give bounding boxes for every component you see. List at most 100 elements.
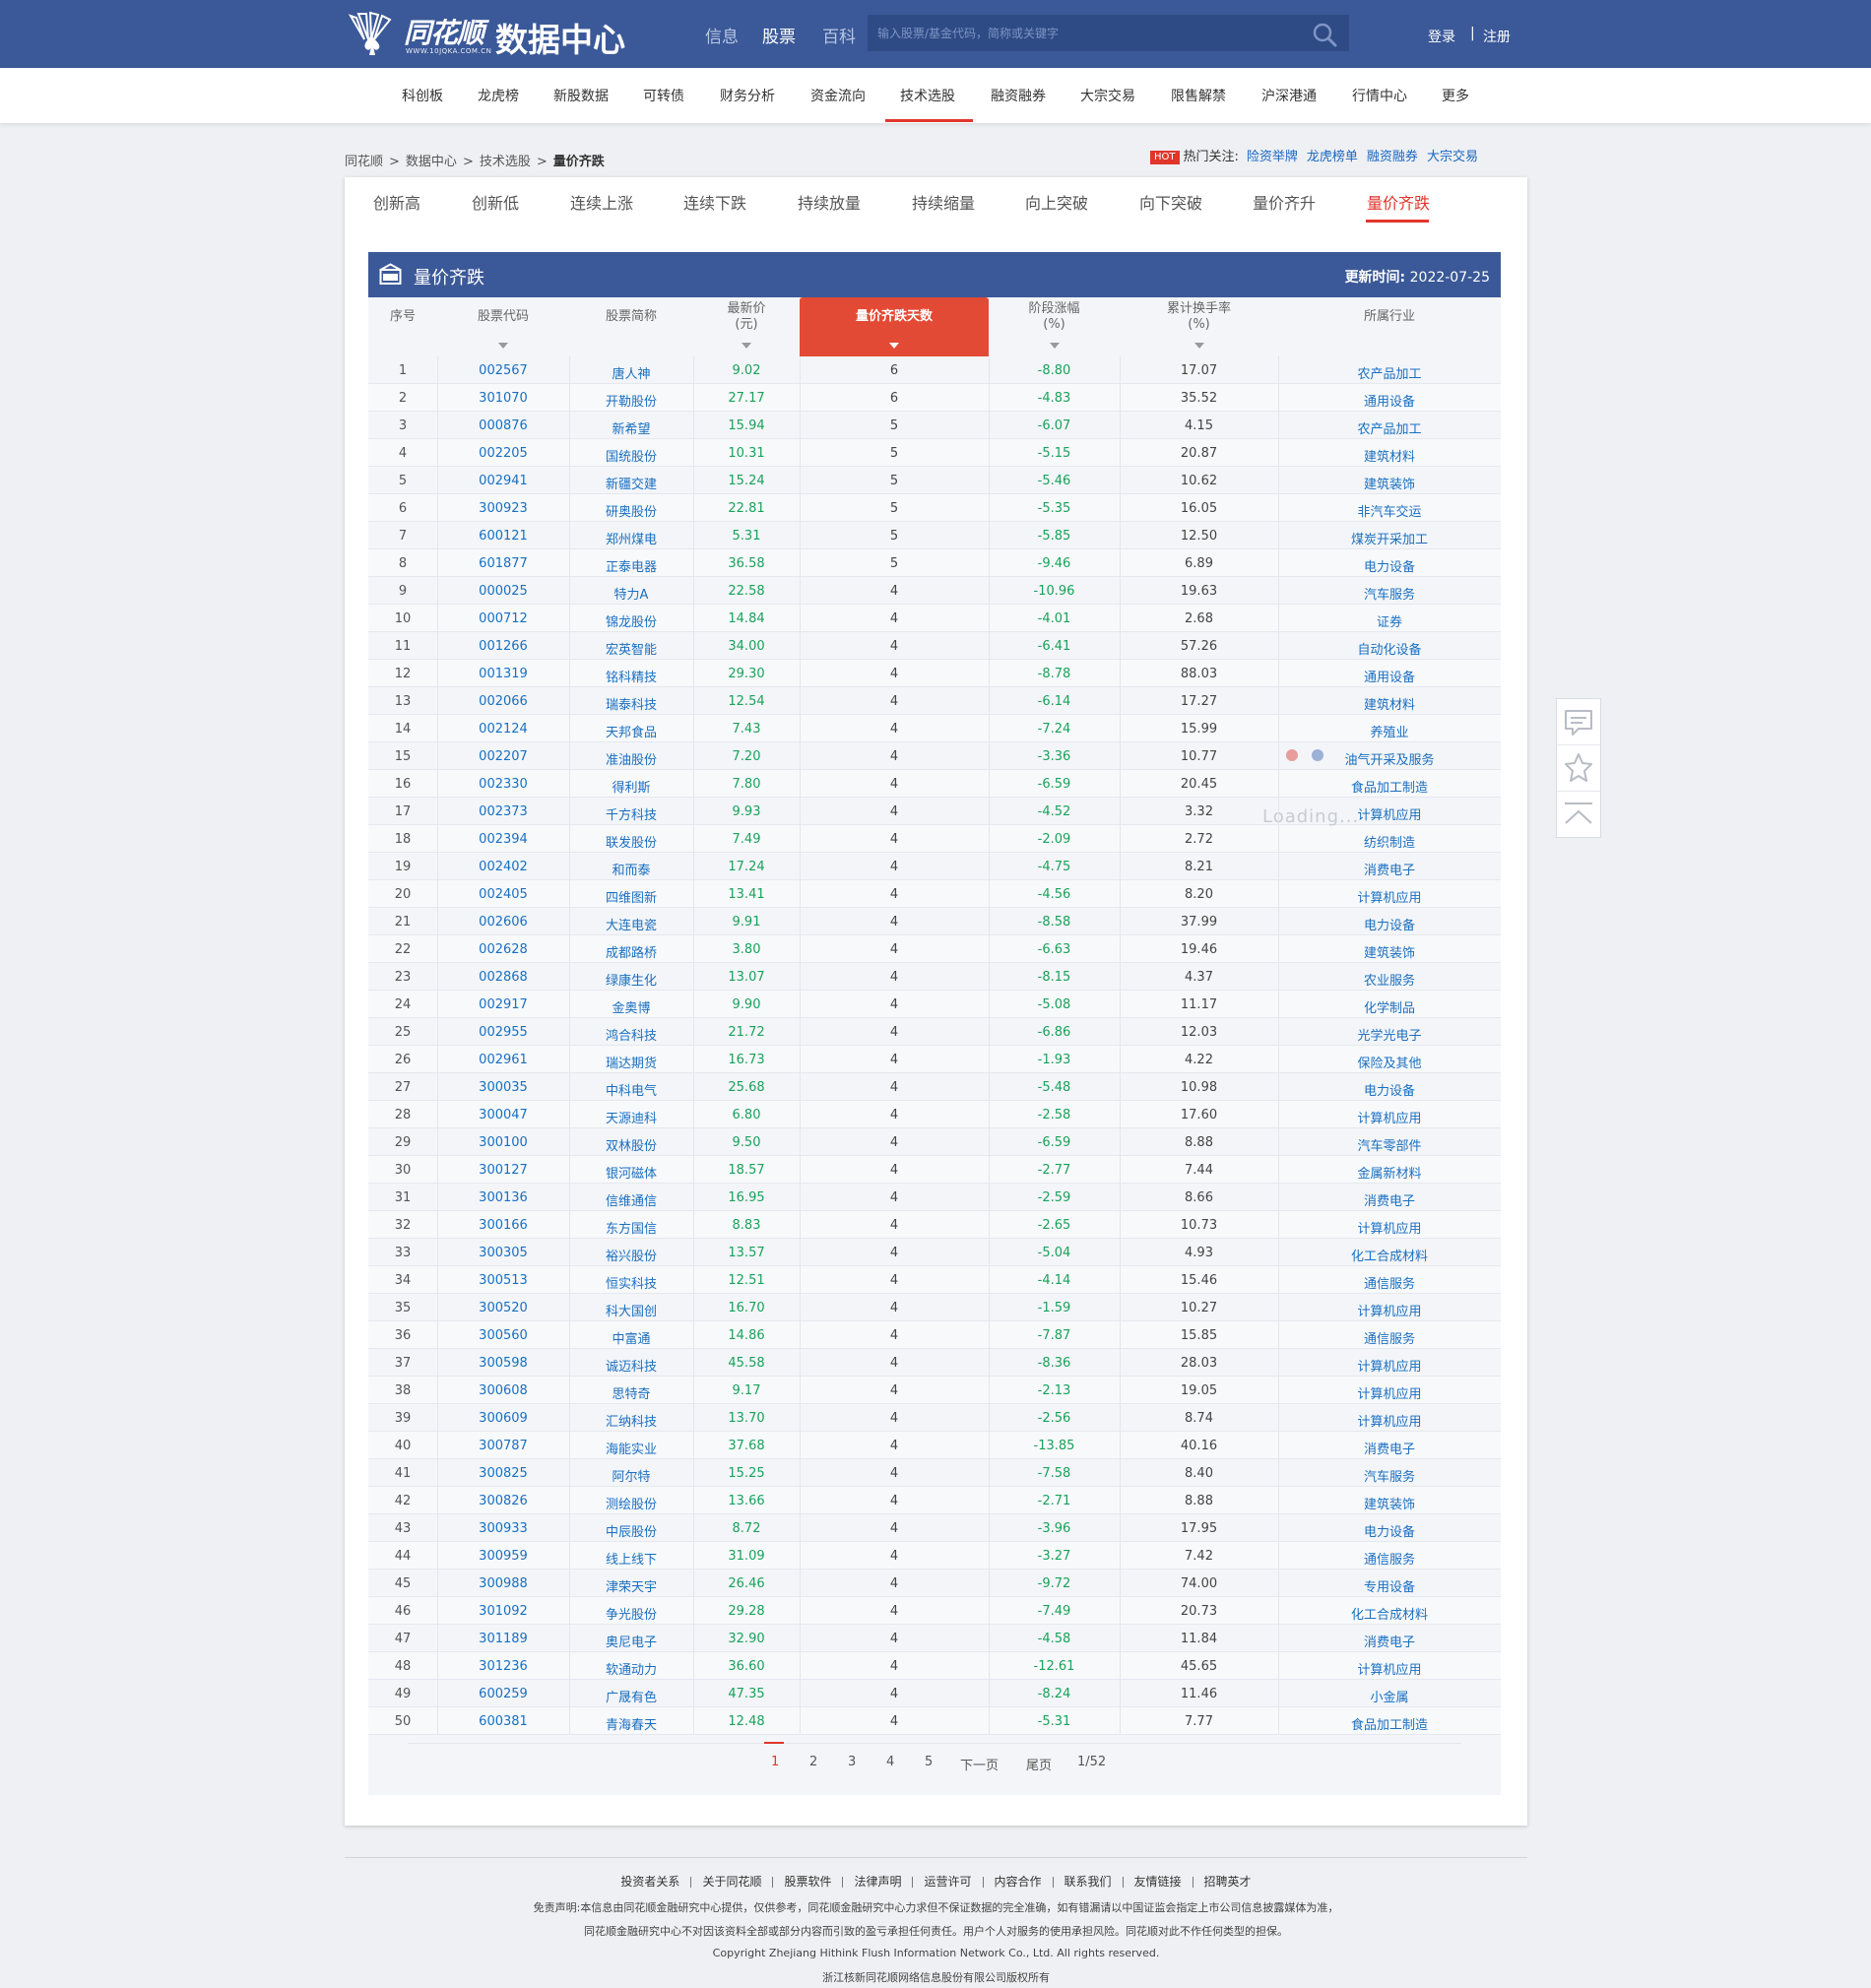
industry-link[interactable]: 通信服务 [1278,1273,1501,1292]
stock-name-link[interactable]: 郑州煤电 [569,529,693,547]
stock-name-link[interactable]: 国统股份 [569,446,693,465]
industry-link[interactable]: 金属新材料 [1278,1163,1501,1182]
industry-link[interactable]: 计算机应用 [1278,887,1501,906]
stock-name-link[interactable]: 软通动力 [569,1659,693,1678]
stock-code-link[interactable]: 600259 [437,1687,569,1701]
industry-link[interactable]: 建筑装饰 [1278,1494,1501,1512]
stock-code-link[interactable]: 301070 [437,391,569,406]
nav-item-new-stocks[interactable]: 新股数据 [553,86,609,105]
tab-breakout-down[interactable]: 向下突破 [1139,190,1202,214]
stock-code-link[interactable]: 300520 [437,1301,569,1315]
page-1[interactable]: 1 [771,1755,779,1769]
footer-link-about[interactable]: 关于同花顺 [691,1876,774,1888]
industry-link[interactable]: 计算机应用 [1278,1659,1501,1678]
tab-breakout-up[interactable]: 向上突破 [1025,190,1088,214]
stock-code-link[interactable]: 300035 [437,1080,569,1095]
nav-item-technical-selection[interactable]: 技术选股 [900,86,955,105]
page-3[interactable]: 3 [848,1755,856,1769]
stock-code-link[interactable]: 300826 [437,1494,569,1508]
industry-link[interactable]: 非汽车交运 [1278,501,1501,520]
stock-name-link[interactable]: 四维图新 [569,887,693,906]
stock-code-link[interactable]: 601877 [437,556,569,571]
industry-link[interactable]: 建筑材料 [1278,694,1501,713]
tab-volume-increase[interactable]: 持续放量 [798,190,861,214]
nav-item-star-market[interactable]: 科创板 [402,86,443,105]
stock-name-link[interactable]: 中富通 [569,1328,693,1347]
breadcrumb-technical[interactable]: 技术选股 [480,155,531,169]
stock-name-link[interactable]: 银河磁体 [569,1163,693,1182]
col-header-turnover[interactable]: 累计换手率 (%) [1120,297,1278,356]
stock-code-link[interactable]: 300825 [437,1466,569,1481]
star-icon[interactable] [1557,744,1600,790]
stock-name-link[interactable]: 科大国创 [569,1301,693,1319]
nav-item-lockup-expiry[interactable]: 限售解禁 [1171,86,1226,105]
page-5[interactable]: 5 [925,1755,933,1769]
industry-link[interactable]: 光学光电子 [1278,1025,1501,1044]
industry-link[interactable]: 消费电子 [1278,1439,1501,1457]
stock-name-link[interactable]: 研奥股份 [569,501,693,520]
industry-link[interactable]: 农业服务 [1278,970,1501,989]
stock-code-link[interactable]: 002207 [437,749,569,764]
industry-link[interactable]: 食品加工制造 [1278,1714,1501,1733]
stock-name-link[interactable]: 汇纳科技 [569,1411,693,1430]
stock-code-link[interactable]: 300609 [437,1411,569,1426]
stock-name-link[interactable]: 双林股份 [569,1135,693,1154]
industry-link[interactable]: 计算机应用 [1278,1301,1501,1319]
stock-code-link[interactable]: 002066 [437,694,569,709]
industry-link[interactable]: 煤炭开采加工 [1278,529,1501,547]
stock-code-link[interactable]: 300959 [437,1549,569,1564]
stock-code-link[interactable]: 300047 [437,1108,569,1122]
stock-code-link[interactable]: 002606 [437,915,569,930]
stock-code-link[interactable]: 002373 [437,804,569,819]
industry-link[interactable]: 食品加工制造 [1278,777,1501,796]
industry-link[interactable]: 证券 [1278,611,1501,630]
stock-code-link[interactable]: 300933 [437,1521,569,1536]
stock-code-link[interactable]: 002405 [437,887,569,902]
stock-name-link[interactable]: 天源迪科 [569,1108,693,1126]
stock-name-link[interactable]: 绿康生化 [569,970,693,989]
stock-name-link[interactable]: 成都路桥 [569,942,693,961]
nav-item-stock-connect[interactable]: 沪深港通 [1261,86,1317,105]
stock-code-link[interactable]: 002567 [437,363,569,378]
stock-name-link[interactable]: 得利斯 [569,777,693,796]
industry-link[interactable]: 建筑装饰 [1278,474,1501,492]
stock-code-link[interactable]: 002402 [437,860,569,874]
stock-code-link[interactable]: 600381 [437,1714,569,1729]
last-page-button[interactable]: 尾页 [1026,1755,1052,1773]
stock-name-link[interactable]: 鸿合科技 [569,1025,693,1044]
stock-code-link[interactable]: 300305 [437,1246,569,1260]
industry-link[interactable]: 计算机应用 [1278,1218,1501,1237]
stock-code-link[interactable]: 001266 [437,639,569,654]
stock-name-link[interactable]: 铭科精技 [569,667,693,685]
stock-code-link[interactable]: 000876 [437,418,569,433]
industry-link[interactable]: 保险及其他 [1278,1053,1501,1071]
footer-link-careers[interactable]: 招聘英才 [1194,1876,1262,1888]
channel-info[interactable]: 信息 [705,23,739,47]
stock-code-link[interactable]: 002941 [437,474,569,488]
industry-link[interactable]: 通用设备 [1278,391,1501,410]
industry-link[interactable]: 纺织制造 [1278,832,1501,851]
stock-name-link[interactable]: 恒实科技 [569,1273,693,1292]
breadcrumb-data-center[interactable]: 数据中心 [406,155,457,169]
industry-link[interactable]: 专用设备 [1278,1576,1501,1595]
col-header-price[interactable]: 最新价 (元) [693,297,800,356]
stock-name-link[interactable]: 宏英智能 [569,639,693,658]
register-link[interactable]: 注册 [1483,27,1511,46]
industry-link[interactable]: 化工合成材料 [1278,1604,1501,1623]
stock-code-link[interactable]: 300136 [437,1190,569,1205]
stock-name-link[interactable]: 特力A [569,584,693,603]
industry-link[interactable]: 通用设备 [1278,667,1501,685]
channel-stocks[interactable]: 股票 [762,23,796,47]
industry-link[interactable]: 电力设备 [1278,556,1501,575]
hot-link-block-trades[interactable]: 大宗交易 [1427,150,1478,164]
stock-name-link[interactable]: 中辰股份 [569,1521,693,1540]
hot-link-insurance[interactable]: 险资举牌 [1247,150,1298,164]
stock-name-link[interactable]: 广晟有色 [569,1687,693,1705]
stock-code-link[interactable]: 000712 [437,611,569,626]
industry-link[interactable]: 汽车服务 [1278,584,1501,603]
back-to-top-icon[interactable] [1557,791,1600,836]
industry-link[interactable]: 农产品加工 [1278,418,1501,437]
tab-volume-price-fall[interactable]: 量价齐跌 [1367,190,1430,214]
stock-name-link[interactable]: 新疆交建 [569,474,693,492]
tab-volume-decrease[interactable]: 持续缩量 [912,190,975,214]
